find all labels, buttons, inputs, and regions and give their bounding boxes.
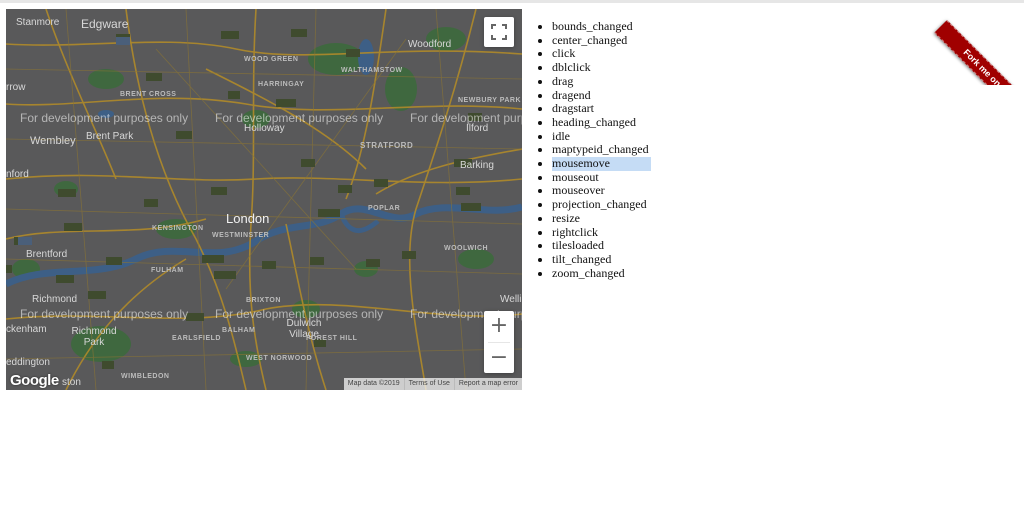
- map-place-label: WEST NORWOOD: [246, 355, 313, 362]
- map-place-label: Brentford: [26, 249, 68, 260]
- map-place-label: Brent Park: [86, 131, 134, 142]
- map-place-label: ckenham: [6, 324, 47, 335]
- map-place-label: FOREST HILL: [306, 335, 358, 342]
- event-item-tilesloaded: tilesloaded: [552, 239, 651, 253]
- map-place-label: WESTMINSTER: [212, 232, 270, 239]
- zoom-out-button[interactable]: −: [484, 343, 514, 373]
- map-place-label: WOOD GREEN: [244, 56, 299, 63]
- event-item-heading-changed: heading_changed: [552, 115, 651, 130]
- dev-watermark: For development purposes only: [20, 307, 189, 321]
- dev-watermark: For development purposes only: [215, 307, 384, 321]
- event-item-mouseover: mouseover: [552, 184, 651, 198]
- map-place-label: London: [226, 211, 270, 226]
- fullscreen-icon: [491, 24, 507, 40]
- dev-watermark: For development purposes only: [20, 111, 189, 125]
- map-place-label: Richmond Park: [71, 326, 117, 348]
- event-item-bounds-changed: bounds_changed: [552, 19, 651, 34]
- event-item-dblclick: dblclick: [552, 60, 651, 75]
- map-place-label: NEWBURY PARK: [458, 97, 522, 104]
- fork-me-on-github-link[interactable]: Fork me on GitHub: [934, 20, 1024, 85]
- map-data-attribution: Map data ©2019: [347, 380, 400, 387]
- report-map-error-link[interactable]: Report a map error: [453, 378, 522, 390]
- map-place-label: HARRINGAY: [258, 81, 305, 88]
- event-item-resize: resize: [552, 211, 651, 226]
- map-attribution: Map data ©2019 Terms of Use Report a map…: [343, 378, 522, 390]
- map-place-label: WOOLWICH: [444, 245, 489, 252]
- map-place-label: Richmond: [32, 294, 78, 305]
- map-place-label: ston: [62, 377, 81, 388]
- map-place-label: Woodford: [408, 39, 452, 50]
- map-place-label: Edgware: [81, 17, 129, 31]
- zoom-in-button[interactable]: +: [484, 311, 514, 341]
- map-place-label: WALTHAMSTOW: [341, 67, 403, 74]
- event-item-mousemove: mousemove: [552, 156, 651, 171]
- map-place-label: Stanmore: [16, 17, 60, 28]
- event-item-maptypeid-changed: maptypeid_changed: [552, 143, 651, 157]
- event-item-rightclick: rightclick: [552, 225, 651, 240]
- fullscreen-button[interactable]: [484, 17, 514, 47]
- dev-watermark: For development purposes only: [215, 111, 384, 125]
- map[interactable]: Stanmore Edgware Woodford WOOD GREEN WAL…: [6, 9, 522, 390]
- map-place-label: KENSINGTON: [152, 225, 204, 232]
- event-item-mouseout: mouseout: [552, 170, 651, 185]
- fork-ribbon: Fork me on GitHub: [929, 0, 1024, 85]
- event-item-center-changed: center_changed: [552, 33, 651, 48]
- map-place-label: WIMBLEDON: [121, 373, 170, 380]
- dev-watermark: For development purposes only: [410, 111, 522, 125]
- terms-of-use-link[interactable]: Terms of Use: [403, 378, 454, 390]
- map-place-label: eddington: [6, 357, 50, 368]
- map-place-label: nford: [6, 169, 29, 180]
- event-item-projection-changed: projection_changed: [552, 197, 651, 212]
- map-place-label: EARLSFIELD: [172, 335, 221, 342]
- event-item-drag: drag: [552, 74, 651, 89]
- event-item-dragend: dragend: [552, 88, 651, 103]
- map-place-label: BRIXTON: [246, 297, 281, 304]
- event-item-idle: idle: [552, 129, 651, 144]
- map-place-label: Welli: [500, 294, 522, 305]
- map-place-label: POPLAR: [368, 205, 401, 212]
- map-place-label: BALHAM: [222, 327, 256, 334]
- map-place-label: BRENT CROSS: [120, 91, 177, 98]
- google-logo[interactable]: Google: [10, 372, 59, 389]
- map-place-label: Barking: [460, 160, 494, 171]
- event-item-tilt-changed: tilt_changed: [552, 252, 651, 267]
- event-item-zoom-changed: zoom_changed: [552, 266, 651, 281]
- event-item-dragstart: dragstart: [552, 102, 651, 116]
- event-item-click: click: [552, 47, 651, 61]
- map-place-label: rrow: [6, 82, 26, 93]
- map-place-label: Wembley: [30, 135, 76, 147]
- events-list: bounds_changedcenter_changedclickdblclic…: [532, 19, 651, 281]
- top-rule: [0, 0, 1024, 3]
- map-place-label: FULHAM: [151, 267, 184, 274]
- map-place-label: STRATFORD: [360, 141, 414, 150]
- zoom-control: + −: [484, 311, 514, 373]
